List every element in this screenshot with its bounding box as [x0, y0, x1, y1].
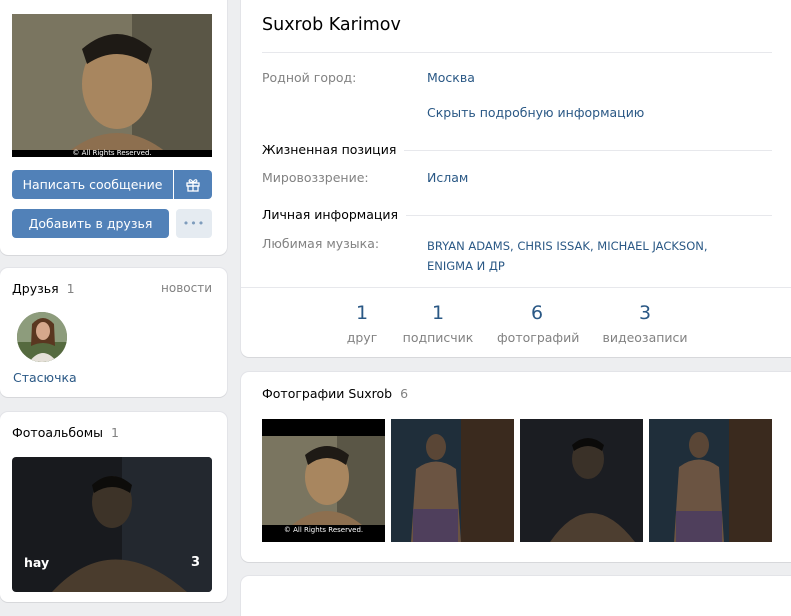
- albums-header[interactable]: Фотоальбомы 1: [12, 425, 119, 440]
- photo-thumbnail[interactable]: © All Rights Reserved.: [262, 419, 385, 542]
- music-artist-link[interactable]: MICHAEL JACKSON: [597, 239, 704, 253]
- write-message-label: Написать сообщение: [22, 177, 163, 192]
- photos-title: Фотографии Suxrob: [262, 386, 393, 401]
- counter-videos[interactable]: 3 видеозаписи: [599, 302, 691, 345]
- friend-avatar-graphic: [17, 312, 67, 362]
- counter-number: 1: [355, 302, 369, 324]
- photos-count: 6: [400, 386, 409, 401]
- profile-avatar-card: © All Rights Reserved. Написать сообщени…: [0, 0, 227, 255]
- photo-graphic: [649, 419, 772, 542]
- counter-friends[interactable]: 1 друг: [341, 302, 383, 345]
- friend-avatar[interactable]: [17, 312, 67, 362]
- music-artist-link[interactable]: ENIGMA И ДР: [427, 259, 505, 273]
- hometown-value[interactable]: Москва: [427, 70, 475, 85]
- music-artist-link[interactable]: BRYAN ADAMS: [427, 239, 510, 253]
- friends-count: 1: [66, 281, 75, 296]
- hometown-label: Родной город:: [262, 70, 357, 85]
- album-cover-graphic: [12, 457, 212, 592]
- counter-followers[interactable]: 1 подписчик: [401, 302, 475, 345]
- album-photo-count: 3: [190, 555, 200, 570]
- friends-title: Друзья: [12, 281, 59, 296]
- music-artist-link[interactable]: CHRIS ISSAK: [517, 239, 590, 253]
- avatar-watermark: © All Rights Reserved.: [72, 149, 152, 157]
- music-label: Любимая музыка:: [262, 236, 380, 251]
- photos-header[interactable]: Фотографии Suxrob 6: [262, 386, 408, 401]
- photo-graphic: [391, 419, 514, 542]
- counter-label: видеозаписи: [602, 330, 688, 345]
- worldview-label: Мировоззрение:: [262, 170, 369, 185]
- albums-card: Фотоальбомы 1 hay 3: [0, 412, 227, 602]
- divider: [241, 287, 791, 288]
- add-friend-button[interactable]: Добавить в друзья: [12, 209, 169, 238]
- profile-avatar[interactable]: © All Rights Reserved.: [12, 14, 212, 157]
- counter-label: друг: [346, 330, 378, 345]
- albums-title: Фотоальбомы: [12, 425, 104, 440]
- write-message-button[interactable]: Написать сообщение: [12, 170, 173, 199]
- avatar-photo-graphic: [12, 14, 212, 157]
- photo-graphic: [262, 419, 385, 542]
- music-value: BRYAN ADAMS, CHRIS ISSAK, MICHAEL JACKSO…: [427, 239, 708, 273]
- profile-name: Suxrob Karimov: [262, 15, 401, 35]
- personal-info-heading: Личная информация: [262, 207, 407, 222]
- counter-label: фотографий: [497, 330, 580, 345]
- photo-watermark: © All Rights Reserved.: [283, 526, 364, 534]
- photos-card: Фотографии Suxrob 6 © All Rights Reserve…: [241, 372, 791, 562]
- next-card: [241, 576, 791, 616]
- photo-thumbnail[interactable]: [391, 419, 514, 542]
- counter-photos[interactable]: 6 фотографий: [497, 302, 580, 345]
- more-dots-icon: •••: [182, 217, 206, 230]
- counter-number: 6: [530, 302, 544, 324]
- add-friend-label: Добавить в друзья: [28, 216, 153, 231]
- album-cover[interactable]: hay 3: [12, 457, 212, 592]
- profile-info-card: Suxrob Karimov Родной город: Москва Скры…: [241, 0, 791, 357]
- gift-icon: [186, 178, 200, 192]
- counter-number: 3: [638, 302, 652, 324]
- counter-label: подписчик: [402, 330, 474, 345]
- friends-card: Друзья 1 новости Стасючка: [0, 268, 227, 397]
- friend-name[interactable]: Стасючка: [13, 370, 77, 385]
- photo-thumbnail[interactable]: [520, 419, 643, 542]
- album-name: hay: [24, 555, 50, 570]
- albums-count: 1: [111, 425, 119, 440]
- friends-header[interactable]: Друзья 1: [12, 281, 75, 296]
- divider: [262, 52, 772, 53]
- send-gift-button[interactable]: [174, 170, 212, 199]
- counter-number: 1: [431, 302, 445, 324]
- life-position-heading: Жизненная позиция: [262, 142, 405, 157]
- photo-thumbnail[interactable]: [649, 419, 772, 542]
- photo-graphic: [520, 419, 643, 542]
- friends-news-link[interactable]: новости: [161, 281, 212, 295]
- more-actions-button[interactable]: •••: [176, 209, 212, 238]
- worldview-value[interactable]: Ислам: [427, 170, 468, 185]
- toggle-details-link[interactable]: Скрыть подробную информацию: [427, 105, 644, 120]
